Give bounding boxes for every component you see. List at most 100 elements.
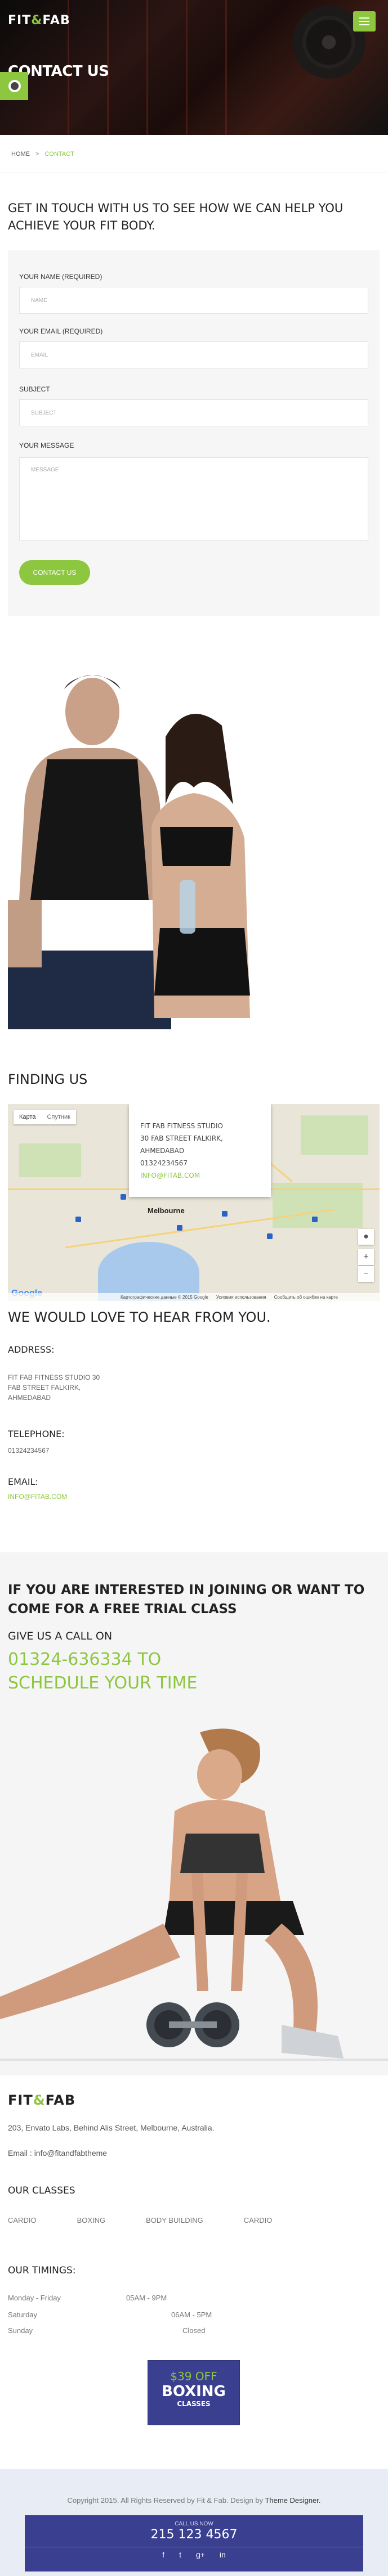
free-trial-section: IF YOU ARE INTERESTED IN JOINING OR WANT… xyxy=(0,1552,388,2075)
timing-day: Saturday xyxy=(8,2311,38,2319)
footer-address: 203, Envato Labs, Behind Alis Street, Me… xyxy=(8,2123,215,2132)
map-info-line: 30 FAB STREET FALKIRK, xyxy=(140,1134,223,1142)
timing-row: Monday - Friday 05AM - 9PM xyxy=(8,2294,244,2302)
map-attribution: Картографические данные © 2015 Google Ус… xyxy=(8,1293,380,1301)
map-tab-satellite[interactable]: Спутник xyxy=(41,1110,75,1124)
map-marker[interactable] xyxy=(312,1217,318,1222)
weight-plate-icon xyxy=(8,80,21,92)
timing-row: Saturday 06AM - 5PM xyxy=(8,2311,244,2319)
map-type-tabs: Карта Спутник xyxy=(14,1110,76,1124)
promo-title: BOXING xyxy=(162,2383,226,2400)
decor-stripe xyxy=(225,0,227,135)
call-us-label: CALL US NOW xyxy=(175,2521,213,2527)
trial-call-label: GIVE US A CALL ON xyxy=(8,1630,113,1642)
copyright-text: Copyright 2015. All Rights Reserved by F… xyxy=(0,2496,388,2505)
decor-stripe xyxy=(186,0,188,135)
address-text: FIT FAB FITNESS STUDIO 30 FAB STREET FAL… xyxy=(8,1372,100,1403)
trial-heading: IF YOU ARE INTERESTED IN JOINING OR WANT… xyxy=(8,1583,365,1616)
name-label: YOUR NAME (REQUIRED) xyxy=(19,273,102,281)
map-tab-map[interactable]: Карта xyxy=(14,1110,41,1124)
map-park xyxy=(301,1115,368,1155)
footer-logo[interactable]: FIT&FAB xyxy=(8,2092,75,2108)
linkedin-icon[interactable]: in xyxy=(220,2550,226,2559)
fitness-couple-image xyxy=(8,658,273,1029)
timings-heading: OUR TIMINGS: xyxy=(8,2265,76,2276)
message-label: YOUR MESSAGE xyxy=(19,442,74,449)
form-intro-heading: GET IN TOUCH WITH US TO SEE HOW WE CAN H… xyxy=(8,201,344,232)
breadcrumb-home[interactable]: HOME xyxy=(11,151,30,157)
class-item[interactable]: BODY BUILDING xyxy=(146,2216,203,2224)
map-marker[interactable] xyxy=(222,1211,228,1217)
map-terms-link[interactable]: Условия использования xyxy=(216,1295,266,1300)
class-item[interactable]: BOXING xyxy=(77,2216,106,2224)
map-info-window: FIT FAB FITNESS STUDIO 30 FAB STREET FAL… xyxy=(129,1104,271,1197)
footer-bottom: Copyright 2015. All Rights Reserved by F… xyxy=(0,2469,388,2576)
hero-banner: FIT&FAB CONTACT US xyxy=(0,0,388,135)
trial-phone-number[interactable]: 01324-636334 TO xyxy=(8,1648,197,1672)
promo-subtitle: CLASSES xyxy=(177,2400,211,2408)
boxing-promo-banner[interactable]: $39 OFF BOXING CLASSES xyxy=(148,2360,240,2425)
message-textarea[interactable]: MESSAGE xyxy=(19,457,368,541)
call-phone[interactable]: 215 123 4567 xyxy=(25,2528,363,2542)
map-city-label: Melbourne xyxy=(148,1206,185,1215)
hamburger-icon xyxy=(359,21,369,22)
map-marker[interactable] xyxy=(267,1233,273,1239)
breadcrumb-separator-icon: > xyxy=(35,150,39,157)
map-marker[interactable] xyxy=(177,1225,182,1231)
zoom-in-button[interactable]: + xyxy=(358,1249,374,1265)
hamburger-icon xyxy=(359,24,369,25)
email-input[interactable]: EMAIL xyxy=(19,341,368,368)
classes-list: CARDIO BOXING BODY BUILDING CARDIO xyxy=(8,2216,313,2224)
trial-phone: 01324-636334 TO SCHEDULE YOUR TIME xyxy=(8,1648,197,1695)
address-line: FIT FAB FITNESS STUDIO 30 xyxy=(8,1373,100,1381)
email-link[interactable]: INFO@FITAB.COM xyxy=(8,1492,67,1502)
email-heading: EMAIL: xyxy=(8,1476,38,1487)
weight-badge xyxy=(0,72,28,100)
address-line: FAB STREET FALKIRK, xyxy=(8,1384,81,1391)
fitness-couple-illustration xyxy=(8,658,273,1029)
map-marker[interactable] xyxy=(75,1217,81,1222)
map-info-line: FIT FAB FITNESS STUDIO xyxy=(140,1122,223,1130)
map-info-email[interactable]: INFO@FITAB.COM xyxy=(140,1169,271,1182)
timing-day: Sunday xyxy=(8,2326,33,2335)
social-links: f t g+ in xyxy=(25,2550,363,2559)
class-item[interactable]: CARDIO xyxy=(244,2216,273,2224)
site-logo[interactable]: FIT&FAB xyxy=(8,13,70,28)
address-line: AHMEDABAD xyxy=(8,1394,51,1402)
pegman-icon[interactable]: ● xyxy=(358,1229,374,1245)
map-report-link[interactable]: Сообщить об ошибке на карте xyxy=(274,1295,338,1300)
map-info-line: 01324234567 xyxy=(140,1159,188,1167)
timing-row: Sunday Closed xyxy=(8,2326,244,2335)
classes-heading: OUR CLASSES xyxy=(8,2185,75,2196)
contact-us-button[interactable]: CONTACT US xyxy=(19,560,90,585)
contact-info-heading: WE WOULD LOVE TO HEAR FROM YOU. xyxy=(8,1309,271,1325)
address-heading: ADDRESS: xyxy=(8,1344,55,1355)
subject-label: SUBJECT xyxy=(19,385,50,393)
google-map[interactable]: Melbourne Карта Спутник FIT FAB FITNESS … xyxy=(8,1104,380,1301)
footer-email-link[interactable]: info@fitandfabtheme xyxy=(34,2149,107,2158)
breadcrumb-current: CONTACT xyxy=(44,150,74,157)
zoom-out-button[interactable]: − xyxy=(358,1266,374,1282)
promo-discount: $39 OFF xyxy=(170,2370,217,2383)
call-bar: CALL US NOW 215 123 4567 f t g+ in xyxy=(25,2515,363,2572)
menu-toggle-button[interactable] xyxy=(353,11,376,31)
subject-input[interactable]: SUBJECT xyxy=(19,399,368,426)
email-label: YOUR EMAIL (REQUIRED) xyxy=(19,327,103,335)
copyright-line: Copyright 2015. All Rights Reserved by F… xyxy=(67,2496,265,2505)
designer-link[interactable]: Theme Designer. xyxy=(265,2496,320,2505)
twitter-icon[interactable]: t xyxy=(179,2550,181,2559)
google-plus-icon[interactable]: g+ xyxy=(196,2550,205,2559)
facebook-icon[interactable]: f xyxy=(162,2550,164,2559)
timing-day: Monday - Friday xyxy=(8,2294,61,2302)
trial-schedule-text: SCHEDULE YOUR TIME xyxy=(8,1673,198,1693)
map-marker[interactable] xyxy=(121,1194,126,1200)
athlete-dumbbell-image xyxy=(0,1728,388,2061)
contact-form: YOUR NAME (REQUIRED) NAME YOUR EMAIL (RE… xyxy=(8,250,380,616)
name-input[interactable]: NAME xyxy=(19,287,368,314)
map-info-line: AHMEDABAD xyxy=(140,1147,185,1155)
map-attribution-data: Картографические данные © 2015 Google xyxy=(121,1294,208,1300)
telephone-text[interactable]: 01324234567 xyxy=(8,1445,49,1456)
timing-hours: 05AM - 9PM xyxy=(126,2294,167,2302)
finding-us-heading: FINDING US xyxy=(8,1071,88,1087)
class-item[interactable]: CARDIO xyxy=(8,2216,37,2224)
